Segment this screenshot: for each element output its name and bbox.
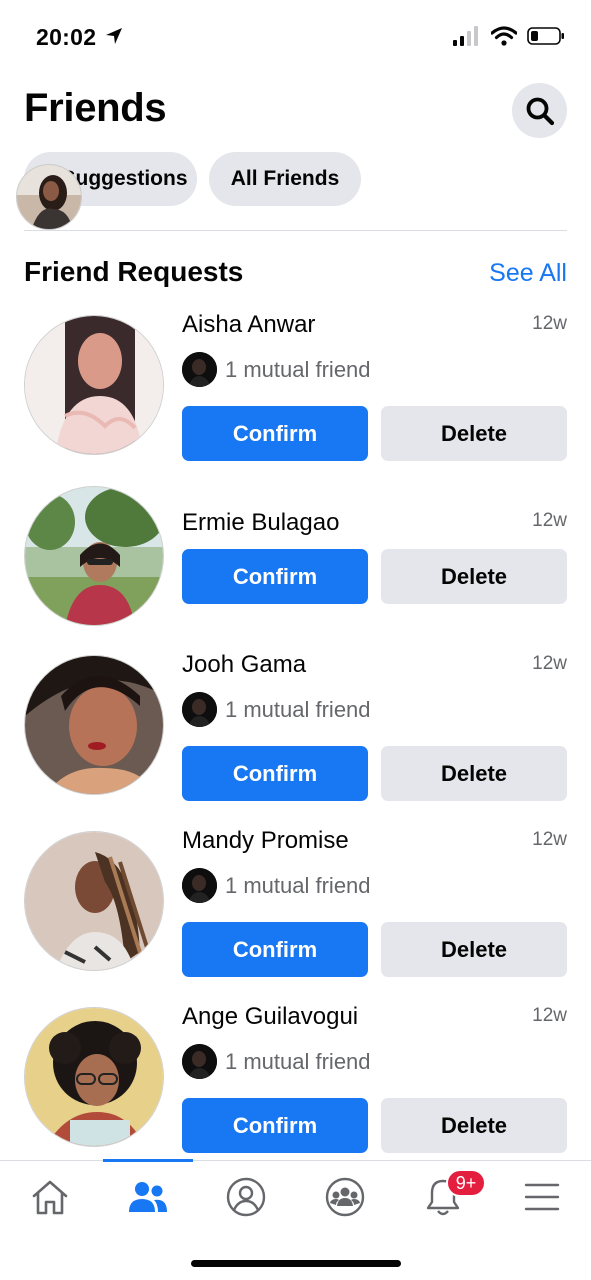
divider [24,230,567,231]
mutual-friends-text: 1 mutual friend [225,356,371,382]
tab-profile[interactable] [221,1175,271,1219]
status-bar: 20:02 [0,0,591,72]
requester-name[interactable]: Ange Guilavogui [182,1003,358,1031]
avatar-photo [25,487,163,625]
home-indicator [191,1260,401,1267]
battery-icon [527,27,564,45]
all-friends-chip-label: All Friends [230,167,340,190]
delete-button[interactable]: Delete [381,922,567,977]
delete-button[interactable]: Delete [381,406,567,461]
request-time: 12w [532,1005,567,1026]
menu-icon [524,1183,560,1211]
requester-name[interactable]: Jooh Gama [182,651,306,679]
delete-button[interactable]: Delete [381,1098,567,1153]
request-time: 12w [532,510,567,531]
floating-avatar-photo [17,165,81,229]
mutual-friends[interactable]: 1 mutual friend [182,352,371,387]
friends-icon [129,1182,167,1212]
signal-icon [453,26,478,46]
avatar[interactable] [24,1007,164,1147]
page-title: Friends [24,86,167,130]
active-tab-indicator [103,1159,193,1162]
tab-home[interactable] [25,1175,75,1219]
mutual-friends[interactable]: 1 mutual friend [182,868,371,903]
mutual-friends-text: 1 mutual friend [225,696,371,722]
tab-groups[interactable] [320,1175,370,1219]
status-time: 20:02 [36,24,97,50]
delete-button[interactable]: Delete [381,746,567,801]
location-arrow-icon [106,28,122,44]
mutual-friends[interactable]: 1 mutual friend [182,692,371,727]
wifi-icon [491,26,517,46]
requester-name[interactable]: Ermie Bulagao [182,509,339,537]
notifications-badge: 9+ [446,1169,486,1197]
avatar-photo [25,316,163,454]
mutual-friends-text: 1 mutual friend [225,1048,371,1074]
mutual-friend-avatar [182,692,217,727]
tab-friends[interactable] [123,1175,173,1219]
avatar[interactable] [24,486,164,626]
mutual-friend-avatar [182,1044,217,1079]
mutual-friend-avatar [182,868,217,903]
tab-menu[interactable] [517,1175,567,1219]
request-time: 12w [532,653,567,674]
request-time: 12w [532,829,567,850]
avatar[interactable] [24,315,164,455]
avatar[interactable] [24,655,164,795]
confirm-button[interactable]: Confirm [182,406,368,461]
requester-name[interactable]: Aisha Anwar [182,311,315,339]
search-icon [526,97,554,125]
home-icon [32,1180,68,1215]
avatar-photo [25,1008,163,1146]
mutual-friends[interactable]: 1 mutual friend [182,1044,371,1079]
mutual-friend-avatar [182,352,217,387]
profile-icon [226,1177,266,1217]
search-button[interactable] [512,83,567,138]
status-indicators [453,26,565,46]
mutual-friends-text: 1 mutual friend [225,872,371,898]
see-all-link[interactable]: See All [489,259,567,288]
avatar-photo [25,832,163,970]
floating-avatar[interactable] [16,164,82,230]
groups-icon [325,1177,365,1217]
all-friends-chip[interactable]: All Friends [209,152,361,206]
confirm-button[interactable]: Confirm [182,549,368,604]
request-time: 12w [532,313,567,334]
confirm-button[interactable]: Confirm [182,1098,368,1153]
avatar-photo [25,656,163,794]
delete-button[interactable]: Delete [381,549,567,604]
confirm-button[interactable]: Confirm [182,922,368,977]
section-title: Friend Requests [24,256,244,287]
confirm-button[interactable]: Confirm [182,746,368,801]
avatar[interactable] [24,831,164,971]
requester-name[interactable]: Mandy Promise [182,827,349,855]
